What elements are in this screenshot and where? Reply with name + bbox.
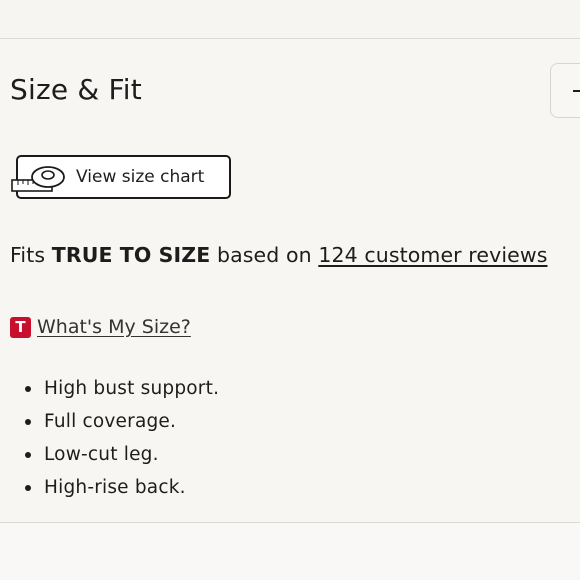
fit-prefix: Fits xyxy=(10,243,46,267)
previous-section-band xyxy=(0,0,580,39)
feature-text: High-rise back. xyxy=(44,477,186,498)
view-size-chart-button[interactable]: View size chart xyxy=(11,155,231,199)
measuring-tape-icon xyxy=(11,166,65,192)
feature-list: High bust support. Full coverage. Low-cu… xyxy=(20,372,219,504)
fit-verdict: TRUE TO SIZE xyxy=(51,243,211,267)
fit-summary: Fits TRUE TO SIZE based on 124 customer … xyxy=(10,240,547,270)
feature-text: Full coverage. xyxy=(44,411,177,432)
list-item: High bust support. xyxy=(20,372,219,405)
bullet-icon xyxy=(25,386,31,392)
whats-my-size-link[interactable]: What's My Size? xyxy=(37,313,191,341)
minus-icon xyxy=(573,90,580,92)
next-section-band xyxy=(0,523,580,580)
bullet-icon xyxy=(25,485,31,491)
bullet-icon xyxy=(25,419,31,425)
feature-text: High bust support. xyxy=(44,378,220,399)
list-item: High-rise back. xyxy=(20,471,219,504)
fit-middle: based on xyxy=(216,243,312,267)
collapse-section-button[interactable] xyxy=(550,63,580,118)
list-item: Full coverage. xyxy=(20,405,219,438)
bullet-icon xyxy=(25,452,31,458)
section-title: Size & Fit xyxy=(10,73,142,106)
customer-reviews-link[interactable]: 124 customer reviews xyxy=(318,243,547,267)
brand-t-icon: T xyxy=(10,317,31,338)
list-item: Low-cut leg. xyxy=(20,438,219,471)
view-size-chart-label: View size chart xyxy=(76,167,205,187)
feature-text: Low-cut leg. xyxy=(44,444,159,465)
